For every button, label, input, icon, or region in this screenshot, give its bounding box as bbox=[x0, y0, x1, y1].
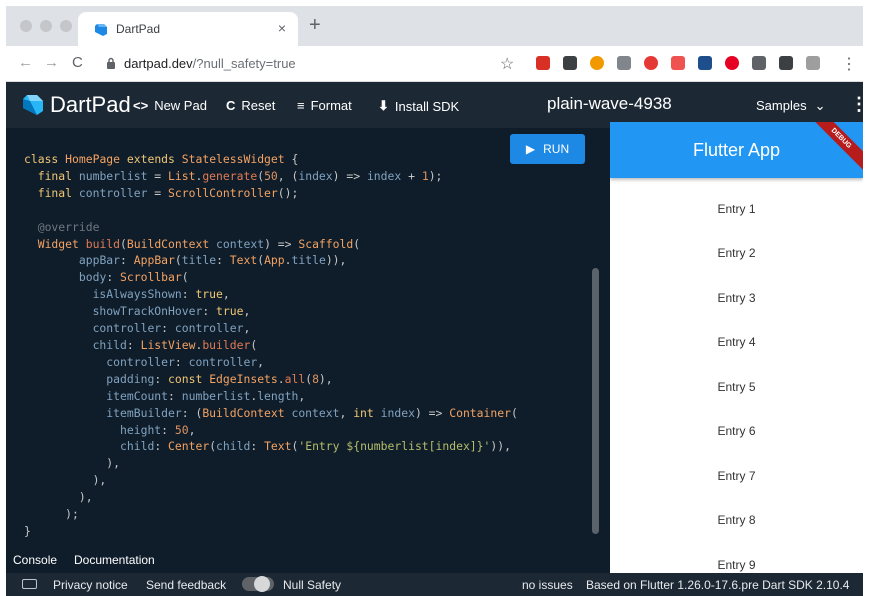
run-label: RUN bbox=[543, 142, 570, 156]
format-icon: ≡ bbox=[297, 98, 305, 113]
chevron-down-icon: ⌄ bbox=[814, 98, 826, 113]
new-pad-label: New Pad bbox=[154, 98, 207, 113]
browser-window: DartPad × + ← → C dartpad.dev/?null_safe… bbox=[6, 6, 863, 596]
editor-scrollbar[interactable] bbox=[592, 268, 599, 534]
back-icon[interactable]: ← bbox=[18, 55, 33, 71]
more-options-icon[interactable]: ⋮ bbox=[850, 94, 863, 115]
extension-icon[interactable] bbox=[671, 56, 685, 70]
reset-button[interactable]: C Reset bbox=[226, 98, 275, 113]
browser-toolbar: ← → C dartpad.dev/?null_safety=true ☆ ⋮ bbox=[6, 46, 863, 82]
dartpad-favicon-icon bbox=[95, 24, 107, 36]
install-sdk-label: Install SDK bbox=[394, 98, 460, 114]
extension-icon[interactable] bbox=[806, 56, 820, 70]
app-title: DartPad bbox=[50, 92, 131, 117]
list-item[interactable]: Entry 1 bbox=[610, 202, 863, 216]
privacy-notice-link[interactable]: Privacy notice bbox=[53, 578, 128, 592]
refresh-icon: C bbox=[226, 98, 236, 113]
extension-icon[interactable] bbox=[644, 56, 658, 70]
issues-status[interactable]: no issues bbox=[522, 578, 573, 592]
flutter-app-bar: Flutter App DEBUG bbox=[610, 122, 863, 179]
url-path: /?null_safety=true bbox=[192, 56, 296, 71]
flutter-app-title: Flutter App bbox=[692, 140, 781, 160]
documentation-tab[interactable]: Documentation bbox=[74, 553, 155, 567]
samples-label: Samples bbox=[756, 98, 807, 113]
null-safety-toggle[interactable] bbox=[242, 576, 274, 592]
format-button[interactable]: ≡ Format bbox=[297, 98, 352, 113]
lock-icon bbox=[107, 57, 115, 69]
run-button[interactable]: ▶ RUN bbox=[510, 134, 585, 164]
tab-strip: DartPad × + bbox=[6, 6, 863, 46]
gmail-extension-icon[interactable] bbox=[536, 56, 550, 70]
list-item[interactable]: Entry 4 bbox=[610, 335, 863, 349]
bookmark-star-icon[interactable]: ☆ bbox=[500, 54, 514, 74]
version-info: Based on Flutter 1.26.0-17.6.pre Dart SD… bbox=[586, 578, 850, 592]
new-pad-button[interactable]: <> New Pad bbox=[133, 98, 207, 113]
reset-label: Reset bbox=[241, 98, 276, 113]
maximize-window-icon[interactable] bbox=[60, 20, 72, 32]
minimize-window-icon[interactable] bbox=[40, 20, 52, 32]
toggle-knob bbox=[254, 576, 270, 592]
install-sdk-button[interactable]: ⬇ Install SDK bbox=[378, 98, 459, 114]
code-editor[interactable]: ▶ RUN class HomePage extends StatelessWi… bbox=[6, 128, 610, 548]
browser-menu-icon[interactable]: ⋮ bbox=[841, 54, 857, 74]
reload-icon[interactable]: C bbox=[72, 55, 83, 71]
console-tab[interactable]: Console bbox=[13, 553, 57, 567]
dart-logo-icon bbox=[23, 95, 43, 115]
extension-icon[interactable] bbox=[590, 56, 604, 70]
list-item[interactable]: Entry 2 bbox=[610, 246, 863, 260]
play-icon: ▶ bbox=[525, 142, 536, 156]
extension-icon[interactable] bbox=[617, 56, 631, 70]
samples-dropdown[interactable]: Samples ⌄ bbox=[756, 98, 825, 114]
list-item[interactable]: Entry 9 bbox=[610, 558, 863, 572]
list-item[interactable]: Entry 5 bbox=[610, 380, 863, 394]
status-footer: Privacy notice Send feedback Null Safety… bbox=[6, 573, 863, 596]
source-code[interactable]: class HomePage extends StatelessWidget {… bbox=[24, 151, 518, 540]
code-icon: <> bbox=[133, 98, 149, 113]
pinterest-extension-icon[interactable] bbox=[725, 56, 739, 70]
extension-icon[interactable] bbox=[563, 56, 577, 70]
list-item[interactable]: Entry 3 bbox=[610, 291, 863, 305]
puzzle-extensions-icon[interactable] bbox=[779, 56, 793, 70]
flutter-preview[interactable]: Flutter App DEBUG Entry 1 Entry 2 Entry … bbox=[610, 122, 863, 573]
address-bar[interactable]: dartpad.dev/?null_safety=true bbox=[124, 56, 296, 71]
browser-tab[interactable]: DartPad × bbox=[78, 12, 298, 46]
keyboard-icon[interactable] bbox=[22, 579, 37, 589]
tab-title: DartPad bbox=[116, 22, 161, 36]
list-item[interactable]: Entry 6 bbox=[610, 424, 863, 438]
list-item[interactable]: Entry 8 bbox=[610, 513, 863, 527]
forward-icon[interactable]: → bbox=[44, 55, 59, 71]
console-bar: Console Documentation bbox=[6, 548, 610, 573]
new-tab-icon[interactable]: + bbox=[309, 15, 321, 35]
url-host: dartpad.dev bbox=[124, 56, 193, 71]
zotero-extension-icon[interactable] bbox=[698, 56, 712, 70]
list-item[interactable]: Entry 7 bbox=[610, 469, 863, 483]
project-name: plain-wave-4938 bbox=[547, 94, 672, 113]
null-safety-label: Null Safety bbox=[283, 578, 342, 592]
tab-close-icon[interactable]: × bbox=[278, 20, 286, 36]
close-window-icon[interactable] bbox=[20, 20, 32, 32]
send-feedback-link[interactable]: Send feedback bbox=[146, 578, 226, 592]
download-icon: ⬇ bbox=[378, 98, 389, 113]
extension-icon[interactable] bbox=[752, 56, 766, 70]
format-label: Format bbox=[310, 98, 352, 113]
